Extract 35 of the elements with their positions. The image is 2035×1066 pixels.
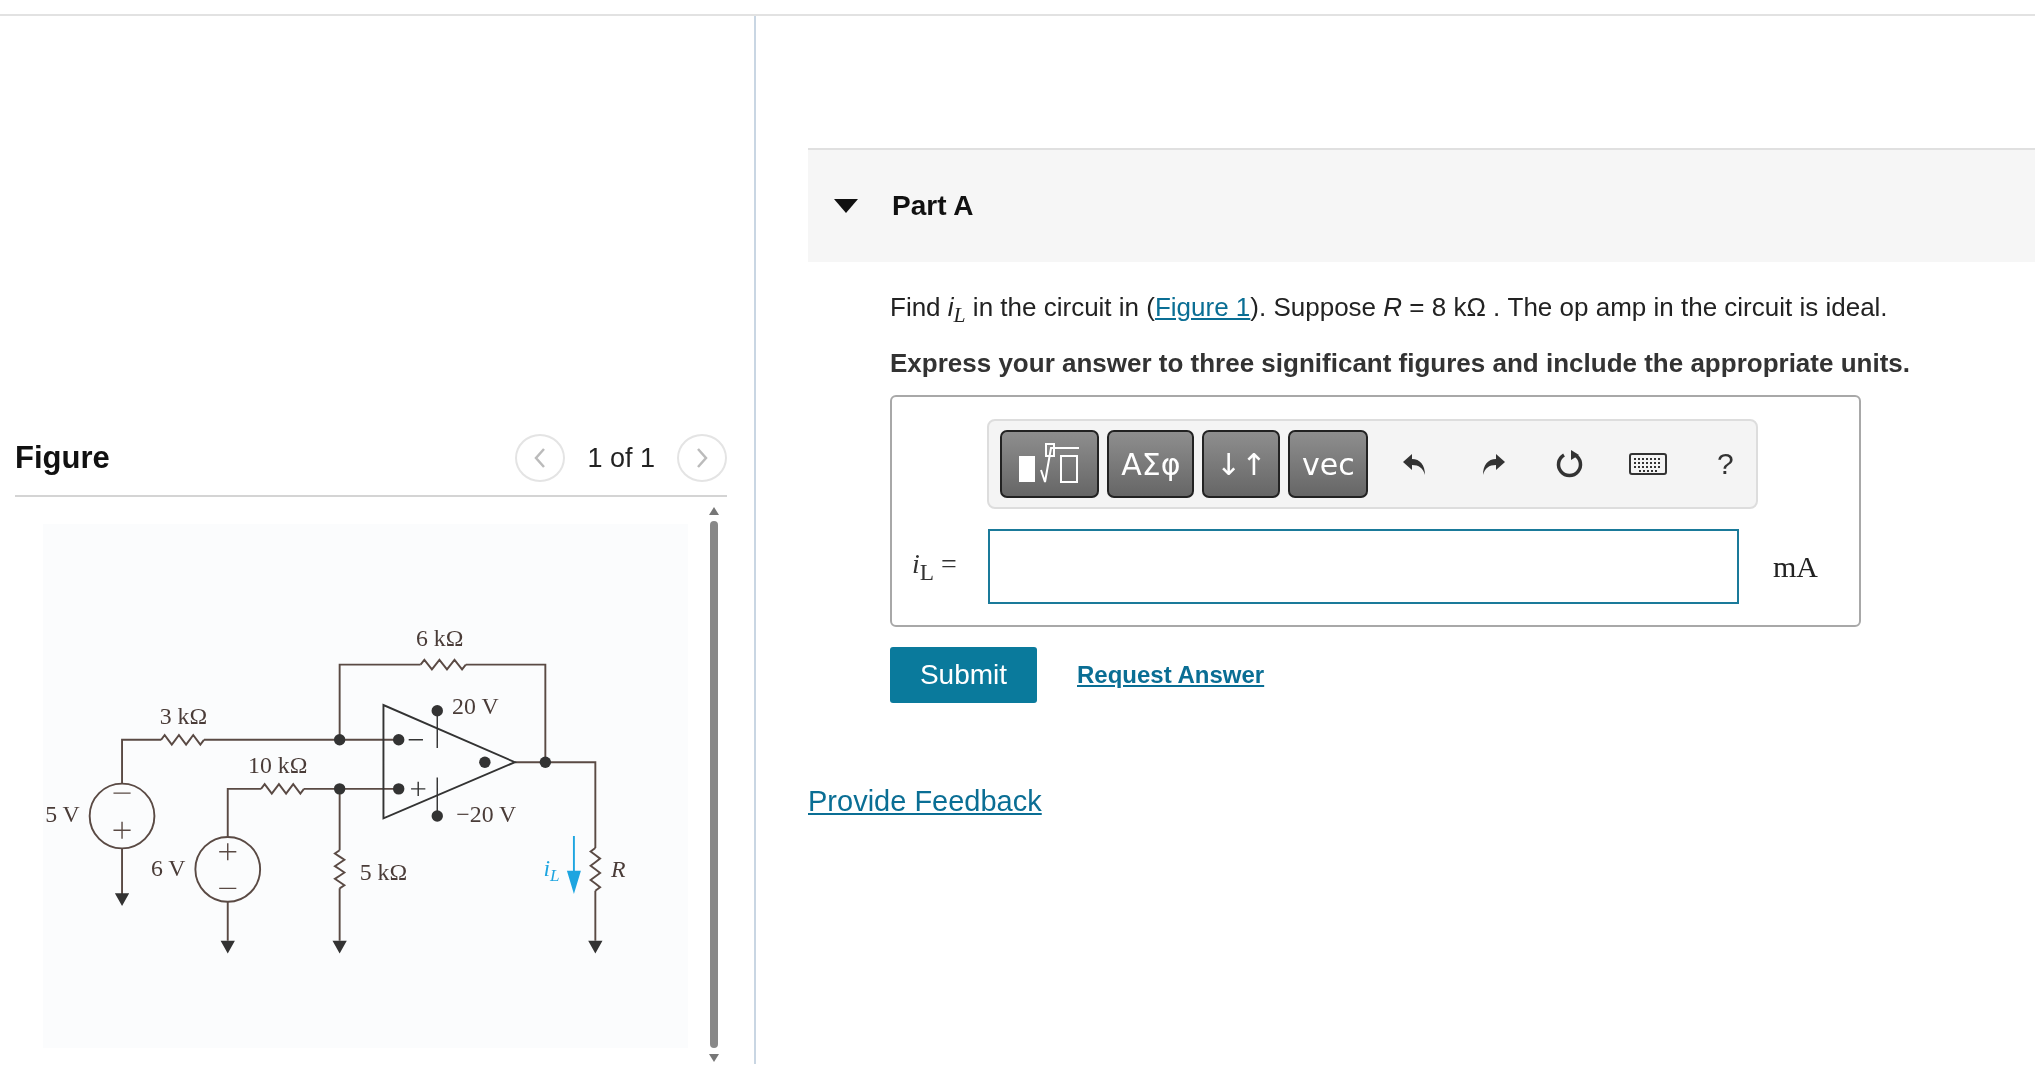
help-button[interactable]: ? xyxy=(1694,434,1756,495)
scroll-up-arrow-icon[interactable] xyxy=(709,507,719,515)
circuit-label: 5 V xyxy=(45,800,80,827)
symbol-button[interactable]: ΑΣφ xyxy=(1107,430,1195,499)
circuit-label: R xyxy=(610,856,626,883)
figure-link[interactable]: Figure 1 xyxy=(1154,292,1251,322)
scrollbar[interactable] xyxy=(708,507,720,1062)
question-text: Find i$_{L}$ in the circuit in (Figure 1). Suppose R = 8 kΩ . The op amp in the circuit is ideal. xyxy=(890,291,1889,330)
page-counter: 1 of 1 xyxy=(587,442,655,474)
keyboard-icon xyxy=(1628,453,1667,476)
circuit-label: 3 kΩ xyxy=(159,703,208,730)
circuit-label: 6 V xyxy=(150,854,186,881)
part-header[interactable]: Part A xyxy=(808,148,2035,262)
circuit-label: i$_{L}$ xyxy=(543,854,560,886)
scroll-down-arrow-icon[interactable] xyxy=(709,1054,719,1062)
answer-label: i$_{L}$ = xyxy=(912,547,958,586)
circuit-label: 5 kΩ xyxy=(359,859,408,886)
request-answer-link[interactable]: Request Answer xyxy=(1077,661,1265,690)
circuit-label: 20 V xyxy=(452,692,499,719)
submit-button[interactable]: Submit xyxy=(890,647,1037,704)
circuit-label: 6 kΩ xyxy=(415,624,464,651)
answer-input-field[interactable] xyxy=(988,529,1739,605)
template-button[interactable] xyxy=(1000,430,1100,499)
unit-label: mA xyxy=(1773,549,1818,584)
instruction-text: Express your answer to three significant figures and include the appropriate units. xyxy=(890,348,1911,380)
circuit-label: 10 kΩ xyxy=(248,751,308,778)
part-title: Part A xyxy=(892,190,974,222)
symbol-button[interactable]: ↓↑ xyxy=(1202,430,1281,499)
collapse-caret-icon[interactable] xyxy=(834,199,858,213)
current-arrow-icon xyxy=(567,835,581,895)
provide-feedback-link[interactable]: Provide Feedback xyxy=(808,785,1042,819)
chevron-right-icon xyxy=(694,447,710,469)
circuit-label: −20 V xyxy=(456,800,517,827)
symbol-button[interactable]: vec xyxy=(1288,430,1369,499)
figure-title: Figure xyxy=(15,440,110,476)
